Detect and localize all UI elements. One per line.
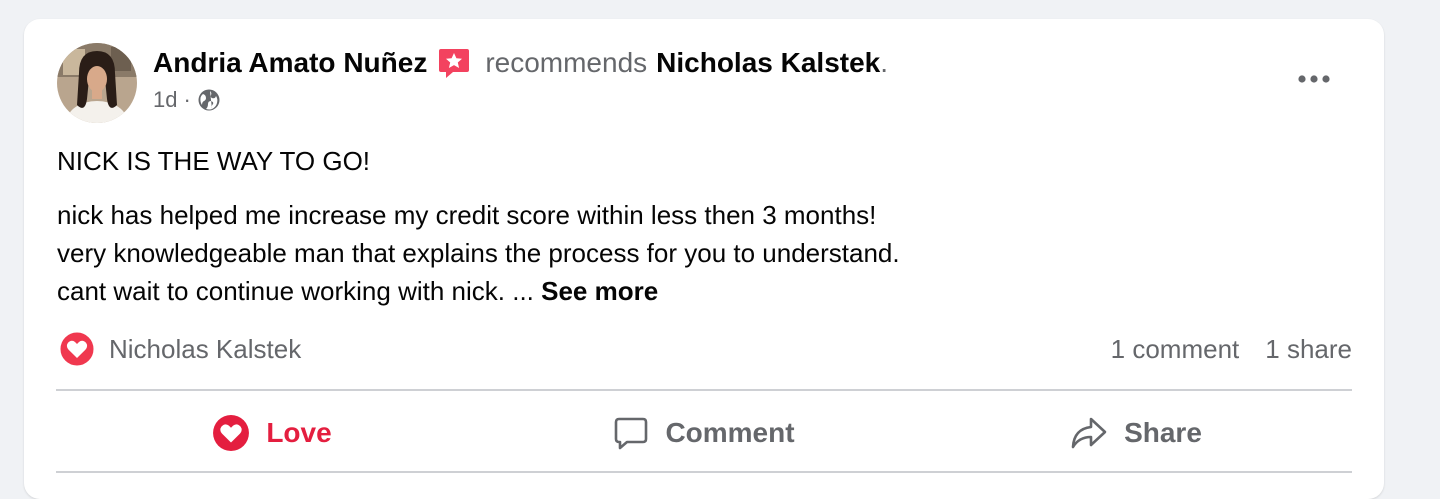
divider [56,471,1352,473]
comment-button[interactable]: Comment [488,393,920,473]
action-bar: Love Comment Share [56,393,1352,473]
header-period: . [880,47,889,78]
post-meta: 1d · [153,87,221,113]
recommendation-badge-icon [437,46,471,80]
post-card: Andria Amato Nuñez recommends Nicholas K… [24,19,1384,499]
recommended-page-link[interactable]: Nicholas Kalstek [656,45,880,81]
post-timestamp[interactable]: 1d [153,87,177,113]
ellipsis-icon [1298,75,1330,83]
avatar[interactable] [57,43,137,123]
divider [56,389,1352,391]
comment-label: Comment [665,417,795,448]
meta-separator: · [183,87,191,112]
more-options-button[interactable] [1294,63,1334,95]
post-body-line-last: cant wait to continue working with nick.… [57,272,900,310]
reactions-summary[interactable]: Nicholas Kalstek [59,331,301,367]
author-name[interactable]: Andria Amato Nuñez [153,45,427,81]
share-icon [1071,417,1107,449]
post-header: Andria Amato Nuñez recommends Nicholas K… [153,45,888,81]
love-label: Love [266,417,332,448]
post-body-line: cant wait to continue working with nick.… [57,276,534,306]
comment-count[interactable]: 1 comment [1111,331,1240,367]
engagement-counts: 1 comment 1 share [1111,331,1352,367]
see-more-link[interactable]: See more [541,276,658,306]
post-title: NICK IS THE WAY TO GO! [57,146,371,176]
post-body-line: nick has helped me increase my credit sc… [57,200,877,230]
share-count[interactable]: 1 share [1265,331,1352,367]
comment-icon [615,417,648,450]
love-reaction-icon [59,331,95,367]
love-button[interactable]: Love [56,393,488,473]
recommends-text: recommends [485,47,648,78]
share-label: Share [1124,417,1202,448]
reaction-names: Nicholas Kalstek [109,333,302,364]
globe-icon[interactable] [197,88,221,112]
post-body-line: very knowledgeable man that explains the… [57,238,900,268]
love-icon [213,415,250,451]
post-body: nick has helped me increase my credit sc… [57,196,900,310]
share-button[interactable]: Share [920,393,1352,473]
